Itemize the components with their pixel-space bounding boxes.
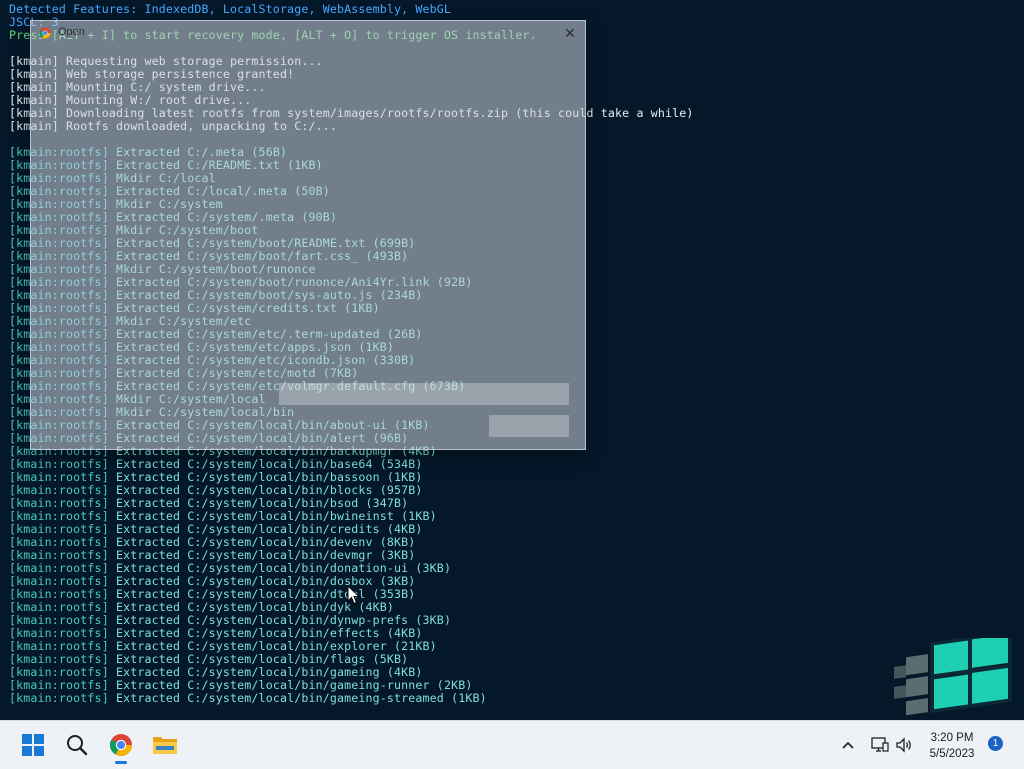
notification-badge[interactable]: 1 — [988, 736, 1003, 751]
folder-icon — [153, 737, 177, 754]
log-prefix: [kmain:rootfs] — [9, 600, 109, 614]
search-icon — [67, 735, 88, 756]
dialog-titlebar[interactable]: Open ✕ — [31, 21, 585, 45]
log-message: Extracted C:/system/local/bin/blocks (95… — [108, 483, 423, 497]
clock-date: 5/5/2023 — [929, 748, 975, 760]
log-prefix: [kmain:rootfs] — [9, 470, 109, 484]
chevron-up-icon — [842, 741, 854, 749]
log-message: Extracted C:/system/local/bin/base64 (53… — [108, 457, 423, 471]
log-prefix: [kmain:rootfs] — [9, 457, 109, 471]
log-message: Extracted C:/system/local/bin/credits (4… — [108, 522, 423, 536]
start-button[interactable] — [13, 725, 53, 765]
search-button[interactable] — [57, 725, 97, 765]
log-message: Extracted C:/system/local/bin/flags (5KB… — [108, 652, 409, 666]
log-message: Extracted C:/system/local/bin/gameing (4… — [108, 665, 423, 679]
log-message: Extracted C:/system/local/bin/effects (4… — [108, 626, 423, 640]
log-prefix: [kmain:rootfs] — [9, 496, 109, 510]
log-prefix: [kmain:rootfs] — [9, 613, 109, 627]
clock-time: 3:20 PM — [930, 732, 974, 744]
chrome-button[interactable] — [101, 725, 141, 765]
log-message: Extracted C:/system/local/bin/dosbox (3K… — [108, 574, 416, 588]
taskbar: 3:20 PM 5/5/2023 — [0, 720, 1024, 769]
log-prefix: [kmain:rootfs] — [9, 626, 109, 640]
log-message: Extracted C:/system/local/bin/gameing-ru… — [108, 678, 473, 692]
log-message: Extracted C:/system/local/bin/bassoon (1… — [108, 470, 423, 484]
mouse-cursor-icon — [347, 585, 361, 605]
log-message: Extracted C:/system/local/bin/bsod (347B… — [108, 496, 409, 510]
log-message: Extracted C:/system/local/bin/devmgr (3K… — [108, 548, 416, 562]
volume-icon — [896, 737, 911, 753]
log-message: Extracted C:/system/local/bin/dynwp-pref… — [108, 613, 452, 627]
dialog-filename-field[interactable] — [279, 383, 569, 405]
chrome-icon — [110, 734, 132, 756]
log-prefix: [kmain:rootfs] — [9, 509, 109, 523]
dialog-filetype-dropdown[interactable] — [489, 415, 569, 437]
log-prefix: [kmain:rootfs] — [9, 691, 109, 705]
volume-button[interactable] — [894, 735, 914, 755]
log-prefix: [kmain:rootfs] — [9, 561, 109, 575]
log-message: Extracted C:/system/local/bin/donation-u… — [108, 561, 452, 575]
log-message: Extracted C:/system/local/bin/dtool (353… — [108, 587, 416, 601]
network-icon — [871, 737, 889, 752]
log-prefix: [kmain:rootfs] — [9, 678, 109, 692]
chrome-icon — [39, 27, 51, 39]
dialog-title: Open — [58, 26, 85, 38]
clock[interactable]: 3:20 PM 5/5/2023 — [916, 730, 988, 762]
log-prefix: [kmain:rootfs] — [9, 639, 109, 653]
log-prefix: [kmain:rootfs] — [9, 535, 109, 549]
log-message: Extracted C:/system/local/bin/bwineinst … — [108, 509, 437, 523]
open-dialog[interactable]: Open ✕ — [30, 20, 586, 450]
log-prefix: [kmain:rootfs] — [9, 574, 109, 588]
terminal-line: Detected Features: IndexedDB, LocalStora… — [9, 2, 452, 16]
log-prefix: [kmain:rootfs] — [9, 665, 109, 679]
log-prefix: [kmain:rootfs] — [9, 587, 109, 601]
windows-logo-decoration — [894, 638, 1012, 716]
network-button[interactable] — [870, 735, 890, 755]
show-hidden-icons-button[interactable] — [838, 735, 858, 755]
log-message: Extracted C:/system/local/bin/gameing-st… — [108, 691, 487, 705]
log-message: Extracted C:/system/local/bin/explorer (… — [108, 639, 437, 653]
terminal-line: [kmain:rootfs] Extracted C:/system/local… — [9, 692, 487, 705]
log-prefix: [kmain:rootfs] — [9, 548, 109, 562]
file-explorer-button[interactable] — [145, 725, 185, 765]
log-prefix: [kmain:rootfs] — [9, 652, 109, 666]
windows-start-icon — [22, 734, 44, 756]
log-message: Extracted C:/system/local/bin/devenv (8K… — [108, 535, 416, 549]
dialog-close-button[interactable]: ✕ — [559, 23, 581, 43]
log-prefix: [kmain:rootfs] — [9, 522, 109, 536]
log-prefix: [kmain:rootfs] — [9, 483, 109, 497]
